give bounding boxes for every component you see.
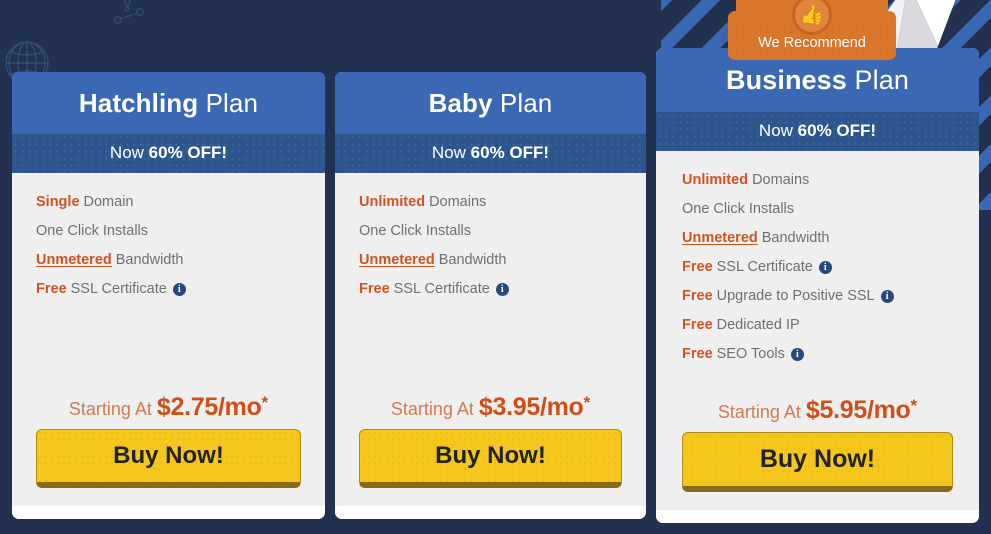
feature-text: Bandwidth: [761, 230, 830, 246]
info-icon[interactable]: i: [172, 282, 186, 296]
feature-highlight: Free: [682, 288, 713, 304]
feature-text: Domains: [429, 194, 487, 210]
plan-name-bold: Business: [726, 65, 847, 95]
feature-text: Bandwidth: [115, 252, 184, 268]
price-prefix: Starting At: [717, 402, 801, 422]
feature-highlight: Unmetered: [359, 252, 435, 268]
plan-price: Starting At $2.75/mo*: [36, 394, 301, 420]
price-amount: $3.95/mo: [478, 393, 584, 421]
feature-highlight: Free: [682, 317, 713, 333]
feature-text: SEO Tools: [716, 346, 785, 362]
feature-list: Single Domain One Click Installs Unmetered B…: [36, 195, 325, 311]
feature-item: One Click Installs: [36, 224, 325, 239]
feature-text: One Click Installs: [36, 223, 149, 239]
price-amount: $5.95/mo: [805, 396, 911, 424]
feature-highlight: Free: [682, 259, 713, 275]
discount-prefix: Now: [431, 143, 466, 162]
price-asterisk: *: [910, 396, 918, 415]
feature-item: Unmetered Bandwidth: [36, 253, 325, 268]
recommend-ribbon: 👍 We Recommend: [728, 0, 896, 60]
plan-name-light: Plan: [854, 65, 909, 95]
plan-name-light: Plan: [499, 88, 553, 118]
feature-text: Dedicated IP: [716, 317, 800, 333]
feature-text: One Click Installs: [682, 201, 795, 217]
feature-list: Unlimited Domains One Click Installs Unmete…: [682, 173, 979, 376]
feature-item: Free SSL Certificate i: [359, 282, 646, 297]
feature-highlight: Unmetered: [682, 230, 758, 246]
feature-item: Free SSL Certificate i: [36, 282, 325, 297]
info-icon[interactable]: i: [818, 260, 832, 274]
feature-text: SSL Certificate: [716, 259, 813, 275]
feature-text: One Click Installs: [359, 223, 472, 239]
feature-highlight: Single: [36, 194, 80, 210]
plan-card-business[interactable]: Business Plan Now 60% OFF! Unlimited Doma…: [656, 48, 979, 523]
feature-highlight: Free: [682, 346, 713, 362]
discount-value: 60% OFF!: [470, 143, 550, 162]
buy-now-button-baby[interactable]: Buy Now!: [359, 429, 622, 488]
feature-item: Free Upgrade to Positive SSL i: [682, 289, 979, 304]
feature-list: Unlimited Domains One Click Installs Unmete…: [359, 195, 646, 311]
feature-highlight: Unlimited: [682, 172, 749, 188]
price-prefix: Starting At: [68, 399, 152, 419]
info-icon[interactable]: i: [790, 347, 804, 361]
info-icon[interactable]: i: [495, 282, 509, 296]
discount-value: 60% OFF!: [797, 121, 877, 140]
feature-item: One Click Installs: [682, 202, 979, 217]
plan-name-bold: Baby: [428, 88, 493, 118]
feature-highlight: Free: [36, 281, 67, 297]
feature-item: Single Domain: [36, 195, 325, 210]
plan-card-baby[interactable]: Baby Plan Now 60% OFF! Unlimited Domains O…: [335, 72, 646, 519]
discount-prefix: Now: [758, 121, 793, 140]
feature-text: Upgrade to Positive SSL: [716, 288, 875, 304]
plan-name-light: Plan: [205, 88, 259, 118]
feature-text: Domain: [83, 194, 134, 210]
feature-highlight: Unmetered: [36, 252, 112, 268]
recommend-label: We Recommend: [758, 35, 866, 51]
plan-price: Starting At $5.95/mo*: [682, 397, 953, 423]
plan-discount-banner: Now 60% OFF!: [656, 112, 979, 151]
discount-value: 60% OFF!: [148, 143, 228, 162]
feature-item: Free Dedicated IP: [682, 318, 979, 333]
plan-name-bold: Hatchling: [78, 88, 199, 118]
plan-footer: Starting At $2.75/mo* Buy Now!: [36, 394, 325, 488]
plan-card-hatchling[interactable]: Hatchling Plan Now 60% OFF! Single Domain…: [12, 72, 325, 519]
we-recommend-badge: 👍 We Recommend: [728, 0, 896, 60]
plan-discount-banner: Now 60% OFF!: [335, 134, 646, 173]
feature-item: Unlimited Domains: [359, 195, 646, 210]
thumbs-up-glyph: 👍: [800, 4, 824, 26]
buy-now-button-hatchling[interactable]: Buy Now!: [36, 429, 301, 488]
plan-discount-banner: Now 60% OFF!: [12, 134, 325, 173]
buy-now-button-business[interactable]: Buy Now!: [682, 432, 953, 492]
feature-item: One Click Installs: [359, 224, 646, 239]
feature-text: SSL Certificate: [70, 281, 167, 297]
feature-item: Unmetered Bandwidth: [359, 253, 646, 268]
info-icon[interactable]: i: [880, 289, 894, 303]
feature-item: Unlimited Domains: [682, 173, 979, 188]
plan-body: Unlimited Domains One Click Installs Unmete…: [656, 151, 979, 510]
pricing-page: Hatchling Plan Now 60% OFF! Single Domain…: [0, 0, 991, 534]
price-asterisk: *: [583, 393, 591, 412]
plan-title: Baby Plan: [335, 72, 646, 134]
feature-item: Free SEO Tools i: [682, 347, 979, 362]
feature-text: Domains: [752, 172, 810, 188]
price-prefix: Starting At: [390, 399, 474, 419]
feature-text: Bandwidth: [438, 252, 507, 268]
plan-title: Hatchling Plan: [12, 72, 325, 134]
feature-item: Free SSL Certificate i: [682, 260, 979, 275]
plan-footer: Starting At $5.95/mo* Buy Now!: [682, 397, 979, 492]
plan-body: Unlimited Domains One Click Installs Unmete…: [335, 173, 646, 506]
thumbs-up-icon: 👍: [792, 0, 832, 35]
feature-item: Unmetered Bandwidth: [682, 231, 979, 246]
pricing-cards: Hatchling Plan Now 60% OFF! Single Domain…: [12, 0, 979, 534]
plan-footer: Starting At $3.95/mo* Buy Now!: [359, 394, 646, 488]
feature-highlight: Free: [359, 281, 390, 297]
feature-text: SSL Certificate: [393, 281, 490, 297]
plan-price: Starting At $3.95/mo*: [359, 394, 622, 420]
price-asterisk: *: [261, 393, 269, 412]
feature-highlight: Unlimited: [359, 194, 426, 210]
plan-body: Single Domain One Click Installs Unmetered B…: [12, 173, 325, 506]
discount-prefix: Now: [109, 143, 144, 162]
price-amount: $2.75/mo: [156, 393, 262, 421]
